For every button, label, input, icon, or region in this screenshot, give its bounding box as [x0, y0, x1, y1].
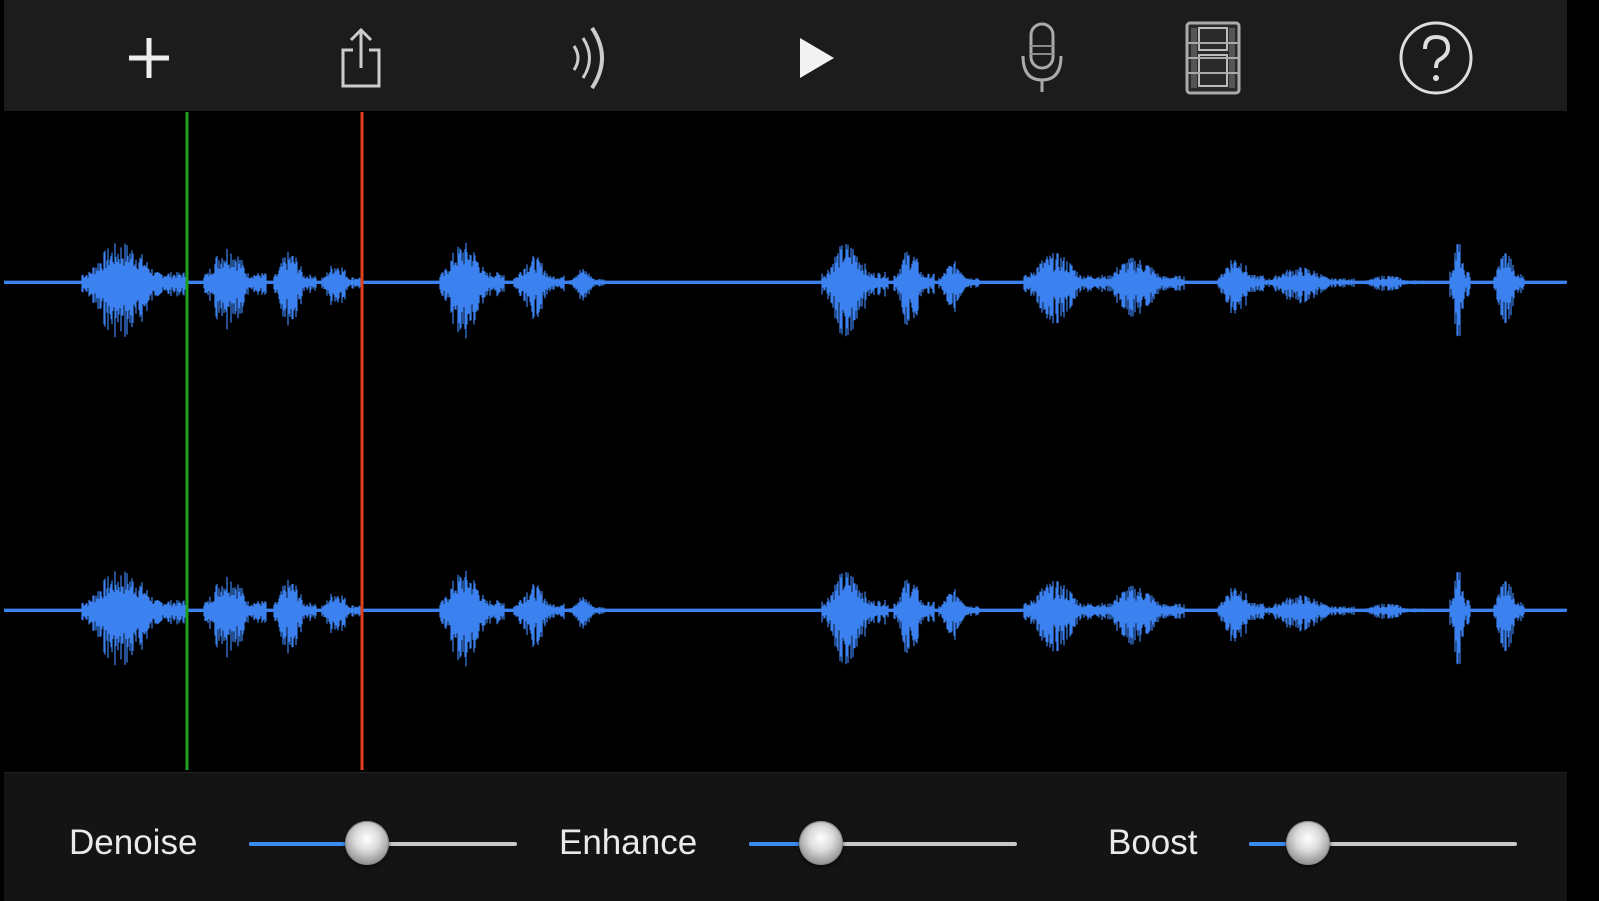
- boost-slider[interactable]: [1249, 819, 1517, 869]
- enhance-slider[interactable]: [749, 819, 1017, 869]
- waveform-view[interactable]: [4, 112, 1567, 770]
- play-icon: [800, 37, 834, 78]
- enhance-label: Enhance: [559, 823, 698, 862]
- enhance-knob[interactable]: [799, 821, 844, 865]
- play-button[interactable]: [776, 10, 856, 105]
- sound-button[interactable]: [551, 10, 631, 105]
- waveform-path: [4, 570, 1567, 667]
- boost-knob[interactable]: [1285, 821, 1330, 865]
- add-button[interactable]: [109, 10, 189, 105]
- channel-1-waveform: [4, 242, 1567, 339]
- sound-waves-icon: [572, 26, 604, 89]
- share-icon: [341, 27, 381, 87]
- help-button[interactable]: [1396, 10, 1476, 105]
- plus-icon: [129, 37, 169, 78]
- denoise-knob[interactable]: [344, 821, 389, 865]
- denoise-slider[interactable]: [249, 819, 517, 869]
- film-icon: [1185, 21, 1241, 94]
- help-icon: [1399, 21, 1473, 94]
- share-button[interactable]: [321, 10, 401, 105]
- channel-2-waveform: [4, 570, 1567, 667]
- waveform-path: [4, 242, 1567, 339]
- waveform-canvas[interactable]: [4, 112, 1567, 770]
- controls-bar: Denoise Enhance Boost: [4, 772, 1567, 901]
- microphone-icon: [1021, 22, 1063, 92]
- boost-label: Boost: [1108, 823, 1198, 862]
- video-button[interactable]: [1173, 10, 1253, 105]
- record-button[interactable]: [1002, 10, 1082, 105]
- denoise-label: Denoise: [69, 823, 198, 862]
- toolbar: [4, 0, 1567, 111]
